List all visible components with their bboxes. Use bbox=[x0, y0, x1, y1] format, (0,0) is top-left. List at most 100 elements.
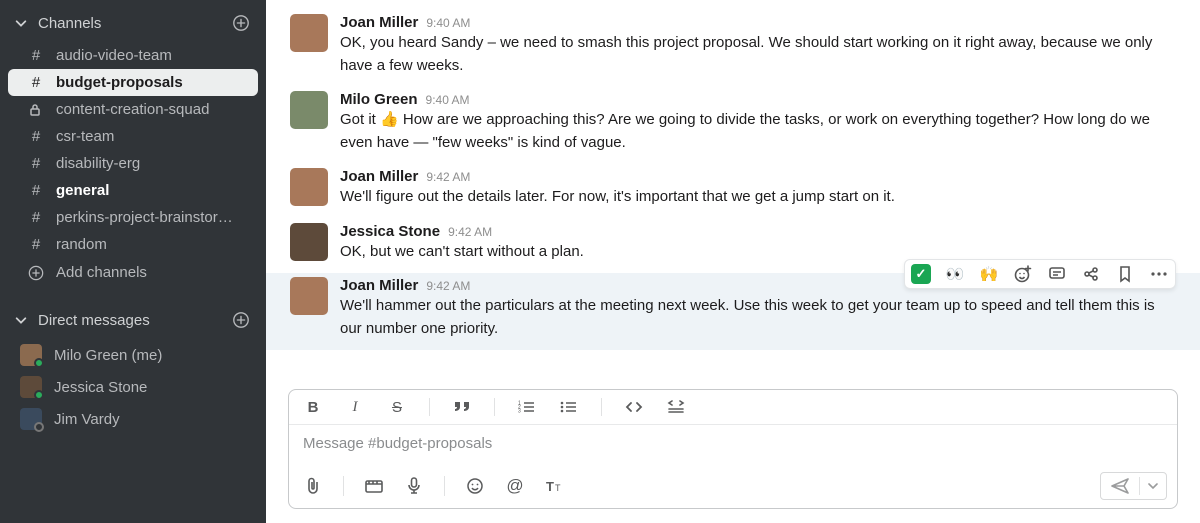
hash-icon: # bbox=[28, 128, 44, 145]
add-channels-button[interactable]: Add channels bbox=[0, 258, 266, 287]
add-reaction-button[interactable] bbox=[1013, 264, 1033, 284]
check-icon: ✓ bbox=[911, 264, 931, 284]
channel-item-budget-proposals[interactable]: #budget-proposals bbox=[8, 69, 258, 96]
thread-button[interactable] bbox=[1047, 264, 1067, 284]
presence-indicator bbox=[34, 422, 44, 432]
channel-label: csr-team bbox=[56, 128, 114, 145]
hash-icon: # bbox=[28, 209, 44, 226]
message-timestamp: 9:42 AM bbox=[426, 170, 470, 184]
mic-button[interactable] bbox=[404, 477, 424, 495]
svg-text:T: T bbox=[546, 479, 554, 493]
channel-label: disability-erg bbox=[56, 155, 140, 172]
dms-section-header[interactable]: Direct messages bbox=[0, 305, 266, 335]
format-toolbar: B I S 123 bbox=[289, 390, 1177, 425]
ordered-list-button[interactable]: 123 bbox=[517, 400, 537, 414]
channel-item-content-creation-squad[interactable]: content-creation-squad bbox=[0, 96, 266, 123]
message-author[interactable]: Joan Miller bbox=[340, 168, 418, 185]
channel-item-general[interactable]: # general bbox=[0, 177, 266, 204]
composer-wrap: B I S 123 bbox=[266, 389, 1200, 523]
send-group bbox=[1100, 472, 1167, 500]
presence-indicator bbox=[34, 358, 44, 368]
main-area: Joan Miller 9:40 AM OK, you heard Sandy – … bbox=[266, 0, 1200, 523]
hash-icon: # bbox=[28, 236, 44, 253]
channel-label: random bbox=[56, 236, 107, 253]
channels-section-header[interactable]: Channels bbox=[0, 8, 266, 38]
message-text: We'll figure out the details later. For … bbox=[340, 186, 1176, 209]
channel-label: perkins-project-brainstor… bbox=[56, 209, 233, 226]
text-format-button[interactable]: TT bbox=[545, 479, 565, 493]
composer: B I S 123 bbox=[288, 389, 1178, 509]
message-timestamp: 9:42 AM bbox=[426, 279, 470, 293]
message-list[interactable]: Joan Miller 9:40 AM OK, you heard Sandy – … bbox=[266, 0, 1200, 389]
message[interactable]: Joan Miller 9:42 AM We'll hammer out the p… bbox=[266, 273, 1200, 350]
channel-label: audio-video-team bbox=[56, 47, 172, 64]
message[interactable]: Milo Green9:40 AMGot it 👍 How are we app… bbox=[266, 87, 1200, 164]
channel-item-audio-video-team[interactable]: #audio-video-team bbox=[0, 42, 266, 69]
channel-list: #audio-video-team#budget-proposalsconten… bbox=[0, 42, 266, 258]
emoji-picker-button[interactable] bbox=[465, 477, 485, 495]
message-text: OK, you heard Sandy – we need to smash t… bbox=[340, 32, 1176, 77]
italic-button[interactable]: I bbox=[345, 399, 365, 416]
avatar[interactable] bbox=[290, 14, 328, 52]
blockquote-button[interactable] bbox=[452, 400, 472, 414]
reaction-hands-button[interactable]: 🙌 bbox=[979, 264, 999, 284]
channels-section-title: Channels bbox=[38, 15, 101, 32]
bold-button[interactable]: B bbox=[303, 399, 323, 416]
avatar[interactable] bbox=[290, 277, 328, 315]
dm-list: Milo Green (me) Jessica Stone Jim Vardy bbox=[0, 339, 266, 435]
dm-label: Jessica Stone bbox=[54, 379, 147, 396]
bullet-list-button[interactable] bbox=[559, 400, 579, 414]
channel-label: content-creation-squad bbox=[56, 101, 209, 118]
add-channel-icon[interactable] bbox=[232, 14, 250, 32]
add-dm-icon[interactable] bbox=[232, 311, 250, 329]
dm-item[interactable]: Jim Vardy bbox=[0, 403, 266, 435]
avatar bbox=[20, 376, 42, 398]
codeblock-button[interactable] bbox=[666, 400, 686, 414]
video-button[interactable] bbox=[364, 479, 384, 493]
reaction-check-button[interactable]: ✓ bbox=[911, 264, 931, 284]
thumbs-up-emoji: 👍 bbox=[380, 111, 399, 128]
message[interactable]: Joan Miller 9:42 AM We'll figure out the d… bbox=[266, 164, 1200, 219]
mention-button[interactable]: @ bbox=[505, 476, 525, 496]
avatar[interactable] bbox=[290, 168, 328, 206]
hash-icon: # bbox=[28, 182, 44, 199]
message-timestamp: 9:42 AM bbox=[448, 225, 492, 239]
message-author[interactable]: Joan Miller bbox=[340, 14, 418, 31]
dm-label: Milo Green (me) bbox=[54, 347, 162, 364]
code-button[interactable] bbox=[624, 401, 644, 413]
strike-button[interactable]: S bbox=[387, 399, 407, 416]
avatar[interactable] bbox=[290, 223, 328, 261]
channel-item-perkins-project-brainstor-[interactable]: # perkins-project-brainstor… bbox=[0, 204, 266, 231]
dm-item[interactable]: Jessica Stone bbox=[0, 371, 266, 403]
dms-section-title: Direct messages bbox=[38, 312, 150, 329]
svg-text:3: 3 bbox=[518, 409, 521, 415]
message[interactable]: Joan Miller 9:40 AM OK, you heard Sandy – … bbox=[266, 10, 1200, 87]
message-author[interactable]: Joan Miller bbox=[340, 277, 418, 294]
message-text: We'll hammer out the particulars at the … bbox=[340, 295, 1176, 340]
share-button[interactable] bbox=[1081, 264, 1101, 284]
message-author[interactable]: Milo Green bbox=[340, 91, 418, 108]
channel-item-csr-team[interactable]: # csr-team bbox=[0, 123, 266, 150]
dm-item[interactable]: Milo Green (me) bbox=[0, 339, 266, 371]
reaction-eyes-button[interactable]: 👀 bbox=[945, 264, 965, 284]
more-actions-button[interactable] bbox=[1149, 264, 1169, 284]
dm-label: Jim Vardy bbox=[54, 411, 120, 428]
add-channels-label: Add channels bbox=[56, 264, 147, 281]
lock-icon bbox=[28, 103, 44, 117]
channel-label: budget-proposals bbox=[56, 74, 183, 91]
avatar bbox=[20, 408, 42, 430]
send-options-button[interactable] bbox=[1139, 477, 1166, 495]
channel-item-disability-erg[interactable]: #disability-erg bbox=[0, 150, 266, 177]
message-timestamp: 9:40 AM bbox=[426, 16, 470, 30]
attach-file-button[interactable] bbox=[303, 477, 323, 495]
channel-item-random[interactable]: # random bbox=[0, 231, 266, 258]
plus-circle-icon bbox=[28, 265, 44, 281]
bookmark-button[interactable] bbox=[1115, 264, 1135, 284]
message-hover-actions: ✓ 👀 🙌 bbox=[904, 259, 1176, 289]
avatar[interactable] bbox=[290, 91, 328, 129]
message-input[interactable] bbox=[303, 435, 1163, 452]
message-author[interactable]: Jessica Stone bbox=[340, 223, 440, 240]
sidebar: Channels #audio-video-team#budget-propos… bbox=[0, 0, 266, 523]
send-button[interactable] bbox=[1101, 473, 1139, 499]
channel-label: general bbox=[56, 182, 109, 199]
